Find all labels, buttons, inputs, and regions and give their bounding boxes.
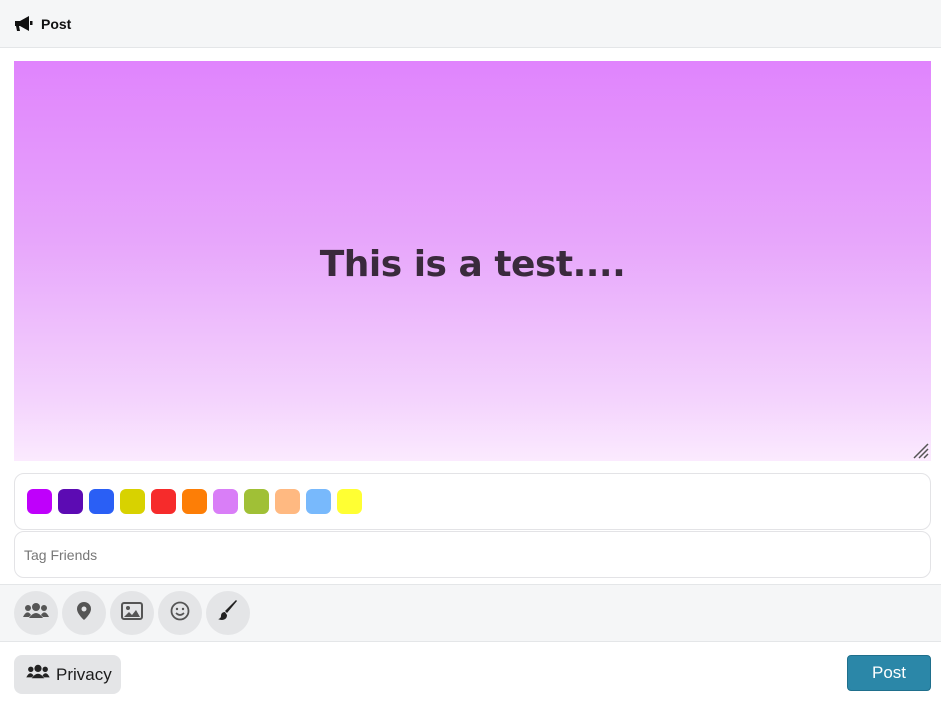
- users-icon: [26, 663, 50, 686]
- background-tool[interactable]: [206, 591, 250, 635]
- map-pin-icon: [76, 601, 92, 626]
- color-swatch[interactable]: [244, 489, 269, 514]
- composer-header: Post: [0, 0, 941, 48]
- post-button[interactable]: Post: [847, 655, 931, 691]
- privacy-label: Privacy: [56, 664, 112, 684]
- emoji-tool[interactable]: [158, 591, 202, 635]
- color-swatch[interactable]: [58, 489, 83, 514]
- color-swatch[interactable]: [89, 489, 114, 514]
- color-swatch[interactable]: [120, 489, 145, 514]
- photo-tool[interactable]: [110, 591, 154, 635]
- users-icon: [23, 601, 49, 626]
- post-text-area[interactable]: This is a test....: [14, 61, 931, 461]
- color-swatch[interactable]: [213, 489, 238, 514]
- background-color-picker: [14, 473, 931, 530]
- post-text[interactable]: This is a test....: [14, 244, 931, 285]
- image-icon: [121, 601, 143, 625]
- megaphone-icon: [13, 14, 35, 34]
- smile-icon: [170, 601, 190, 626]
- tag-friends-tool[interactable]: [14, 591, 58, 635]
- color-swatch[interactable]: [27, 489, 52, 514]
- privacy-button[interactable]: Privacy: [14, 655, 121, 694]
- color-swatch[interactable]: [275, 489, 300, 514]
- color-swatch[interactable]: [337, 489, 362, 514]
- tag-friends-input[interactable]: Tag Friends: [14, 531, 931, 578]
- color-swatch[interactable]: [306, 489, 331, 514]
- color-swatch[interactable]: [182, 489, 207, 514]
- resize-handle-icon[interactable]: [911, 441, 929, 459]
- color-swatch[interactable]: [151, 489, 176, 514]
- location-tool[interactable]: [62, 591, 106, 635]
- page-title: Post: [41, 15, 72, 32]
- composer-footer: Privacy Post: [0, 642, 941, 701]
- paintbrush-icon: [217, 599, 239, 627]
- composer-toolbar: [0, 584, 941, 642]
